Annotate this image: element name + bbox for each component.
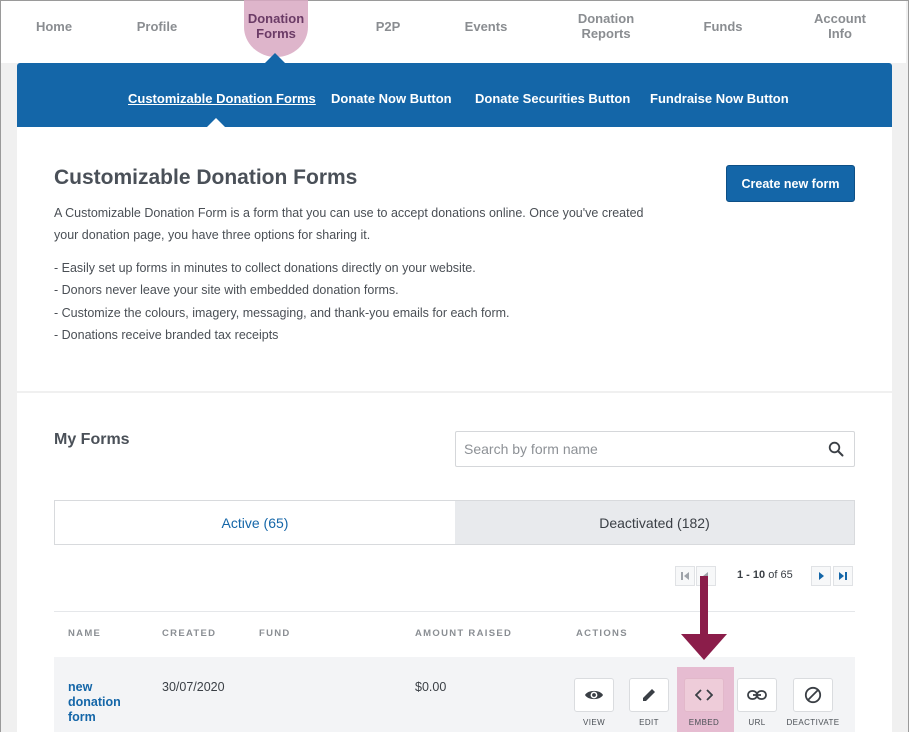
- pagination-status: 1 - 10 of 65: [737, 569, 793, 581]
- annotation-arrow-shaft: [700, 576, 708, 638]
- search-icon[interactable]: [828, 441, 844, 457]
- nav-label: Forms: [256, 26, 296, 41]
- link-icon: [747, 690, 767, 700]
- search-box: [455, 431, 855, 467]
- nav-account-info[interactable]: Account Info: [807, 1, 873, 51]
- subnav-donate-securities-button[interactable]: Donate Securities Button: [475, 91, 630, 106]
- intro-line: your donation page, you have three optio…: [54, 228, 371, 242]
- nav-label: Donation: [577, 11, 635, 26]
- nav-label: Account: [814, 11, 866, 26]
- edit-button[interactable]: [629, 678, 669, 712]
- nav-label: Events: [464, 18, 508, 34]
- create-new-form-button[interactable]: Create new form: [726, 165, 855, 202]
- nav-label: Home: [35, 18, 73, 34]
- embed-button[interactable]: [684, 678, 724, 712]
- intro-line: A Customizable Donation Form is a form t…: [54, 206, 644, 220]
- url-button[interactable]: [737, 678, 777, 712]
- form-status-tabs: Active (65) Deactivated (182): [54, 500, 855, 545]
- next-page-icon: [819, 572, 824, 580]
- nav-donation-forms[interactable]: Donation Forms: [241, 1, 311, 51]
- url-label: URL: [748, 718, 766, 727]
- tab-deactivated[interactable]: Deactivated (182): [455, 501, 854, 544]
- embed-label: EMBED: [688, 718, 720, 727]
- sub-navigation: Customizable Donation Forms Donate Now B…: [17, 63, 892, 127]
- nav-label: Donation: [247, 11, 305, 26]
- form-name-text: form: [68, 710, 96, 724]
- feature-item: - Easily set up forms in minutes to coll…: [54, 261, 476, 275]
- column-header-actions: ACTIONS: [576, 628, 628, 639]
- form-name-link[interactable]: new donation form: [68, 680, 138, 725]
- column-header-fund: FUND: [259, 628, 291, 639]
- nav-label: Funds: [703, 18, 743, 34]
- column-header-name: NAME: [68, 628, 102, 639]
- last-page-button[interactable]: [833, 566, 853, 586]
- first-page-icon: [681, 572, 689, 580]
- form-amount-raised: $0.00: [415, 680, 447, 694]
- annotation-arrow-head: [681, 634, 727, 660]
- nav-home[interactable]: Home: [23, 1, 85, 51]
- form-created-date: 30/07/2020: [162, 680, 225, 694]
- column-header-created: CREATED: [162, 628, 217, 639]
- nav-profile[interactable]: Profile: [125, 1, 189, 51]
- pencil-icon: [643, 689, 655, 701]
- nav-funds[interactable]: Funds: [696, 1, 750, 51]
- subnav-donate-now-button[interactable]: Donate Now Button: [331, 91, 452, 106]
- form-name-text: donation: [68, 695, 121, 709]
- intro-description: A Customizable Donation Form is a form t…: [54, 202, 674, 246]
- subnav-customizable-donation-forms[interactable]: Customizable Donation Forms: [128, 91, 316, 106]
- feature-list: - Easily set up forms in minutes to coll…: [54, 257, 510, 346]
- last-page-icon: [839, 572, 847, 580]
- nav-label: Info: [828, 26, 852, 41]
- nav-p2p[interactable]: P2P: [363, 1, 413, 51]
- view-button[interactable]: [574, 678, 614, 712]
- deactivate-label: DEACTIVATE: [786, 718, 840, 727]
- feature-item: - Customize the colours, imagery, messag…: [54, 305, 510, 320]
- feature-item: - Donors never leave your site with embe…: [54, 283, 399, 298]
- top-navigation: Home Profile Donation Forms P2P Events D…: [1, 0, 906, 63]
- subnav-fundraise-now-button[interactable]: Fundraise Now Button: [650, 91, 789, 106]
- nav-caret: [265, 53, 285, 63]
- pagination-range: 1 - 10: [737, 569, 766, 581]
- block-icon: [804, 686, 822, 704]
- my-forms-title: My Forms: [54, 431, 130, 448]
- column-header-amount-raised: AMOUNT RAISED: [415, 628, 513, 639]
- code-icon: [695, 689, 713, 701]
- nav-label: Profile: [136, 18, 178, 34]
- pagination-of: of: [768, 569, 778, 581]
- nav-events[interactable]: Events: [456, 1, 516, 51]
- search-input[interactable]: [456, 432, 816, 466]
- nav-label: P2P: [375, 18, 401, 34]
- deactivate-button[interactable]: [793, 678, 833, 712]
- eye-icon: [585, 690, 603, 700]
- subnav-caret: [207, 118, 225, 127]
- pagination-total: 65: [780, 569, 793, 581]
- page-title: Customizable Donation Forms: [54, 166, 358, 189]
- form-name-text: new: [68, 680, 93, 694]
- nav-donation-reports[interactable]: Donation Reports: [570, 1, 642, 51]
- nav-label: Reports: [581, 26, 631, 41]
- next-page-button[interactable]: [811, 566, 831, 586]
- first-page-button[interactable]: [675, 566, 695, 586]
- view-label: VIEW: [582, 718, 606, 727]
- tab-active[interactable]: Active (65): [55, 501, 455, 544]
- feature-item: - Donations receive branded tax receipts: [54, 327, 279, 342]
- edit-label: EDIT: [639, 718, 659, 727]
